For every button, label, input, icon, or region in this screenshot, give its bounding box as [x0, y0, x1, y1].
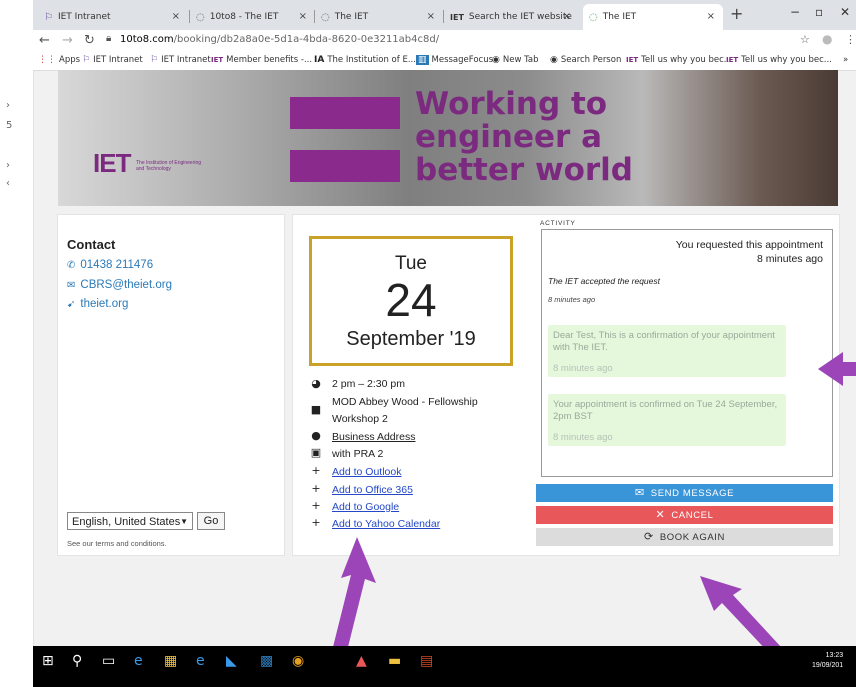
- store-icon[interactable]: ▦: [164, 653, 177, 669]
- powerpoint-icon[interactable]: ▤: [420, 653, 433, 669]
- ie-icon[interactable]: e: [196, 653, 205, 669]
- app-icon[interactable]: ◣: [226, 653, 237, 669]
- search-icon[interactable]: ⚲: [72, 653, 82, 669]
- windows-taskbar: [33, 646, 856, 687]
- windows-start-icon[interactable]: ⊞: [42, 653, 54, 669]
- acrobat-icon[interactable]: ▲: [356, 653, 367, 669]
- edge-icon[interactable]: e: [134, 653, 143, 669]
- system-clock[interactable]: 13:23 19/09/201: [812, 651, 843, 671]
- annotation-arrows: [323, 352, 856, 687]
- explorer-icon[interactable]: ▬: [388, 653, 401, 669]
- task-view-icon[interactable]: ▭: [102, 653, 115, 669]
- arrow-icon: [818, 352, 856, 386]
- outlook-icon[interactable]: ▩: [260, 653, 273, 669]
- chrome-icon[interactable]: ◉: [292, 653, 304, 669]
